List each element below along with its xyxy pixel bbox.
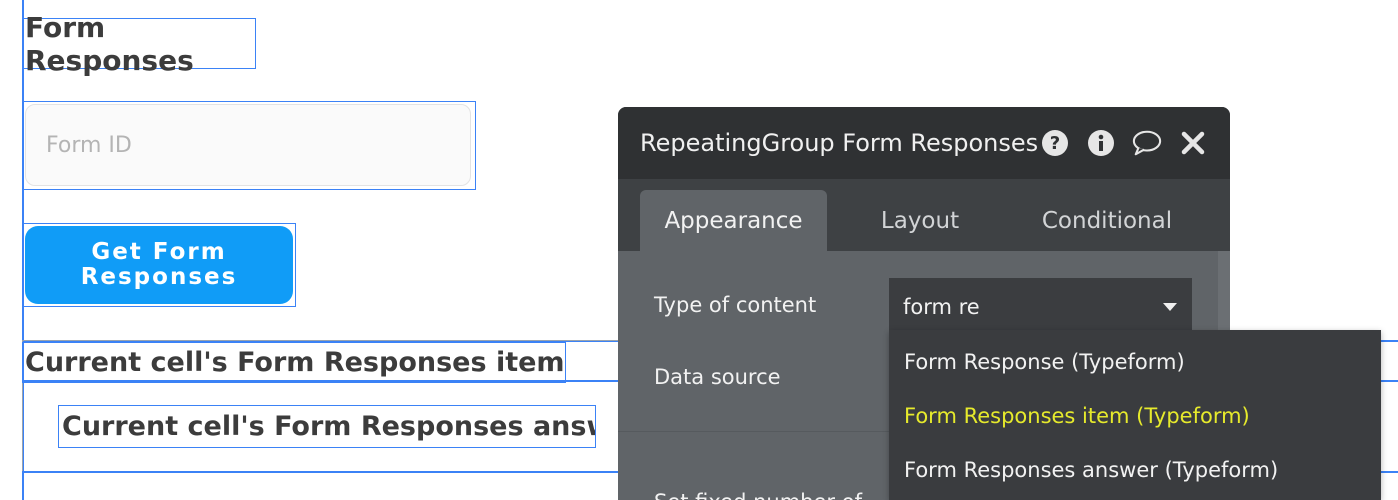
type-of-content-select[interactable]: form re: [889, 278, 1192, 336]
svg-text:?: ?: [1050, 133, 1060, 154]
option-form-responses-answer[interactable]: Form Responses answer (Typeform): [904, 458, 1278, 482]
dropdown-arrow-icon: [1163, 303, 1177, 311]
comment-icon[interactable]: [1132, 128, 1162, 158]
data-source-label: Data source: [654, 365, 781, 389]
cell-text-item[interactable]: Current cell's Form Responses item (...: [22, 342, 566, 383]
option-form-response[interactable]: Form Response (Typeform): [904, 350, 1185, 374]
tab-layout[interactable]: Layout: [848, 190, 992, 251]
info-icon[interactable]: [1086, 128, 1116, 158]
get-form-responses-button[interactable]: Get Form Responses: [25, 226, 293, 304]
property-editor-header[interactable]: RepeatingGroup Form Responses ?: [618, 107, 1230, 179]
property-editor-title: RepeatingGroup Form Responses: [640, 129, 1039, 157]
cell-text-answer[interactable]: Current cell's Form Responses answ...: [58, 405, 596, 448]
tab-conditional[interactable]: Conditional: [1018, 190, 1196, 251]
type-of-content-dropdown: Form Response (Typeform) Form Responses …: [889, 330, 1381, 500]
get-form-responses-frame[interactable]: Get Form Responses: [22, 223, 296, 307]
fixed-number-label: Set fixed number of: [654, 490, 862, 500]
close-icon[interactable]: [1178, 128, 1208, 158]
page-title[interactable]: Form Responses: [22, 11, 256, 77]
property-tabs: Appearance Layout Conditional: [618, 179, 1230, 251]
type-of-content-value[interactable]: form re: [903, 295, 1162, 319]
help-icon[interactable]: ?: [1040, 128, 1070, 158]
form-id-input[interactable]: [25, 104, 471, 186]
tab-appearance[interactable]: Appearance: [640, 190, 827, 251]
option-form-responses-item[interactable]: Form Responses item (Typeform): [904, 404, 1250, 428]
form-id-input-frame[interactable]: [22, 101, 476, 190]
type-of-content-label: Type of content: [654, 293, 817, 317]
